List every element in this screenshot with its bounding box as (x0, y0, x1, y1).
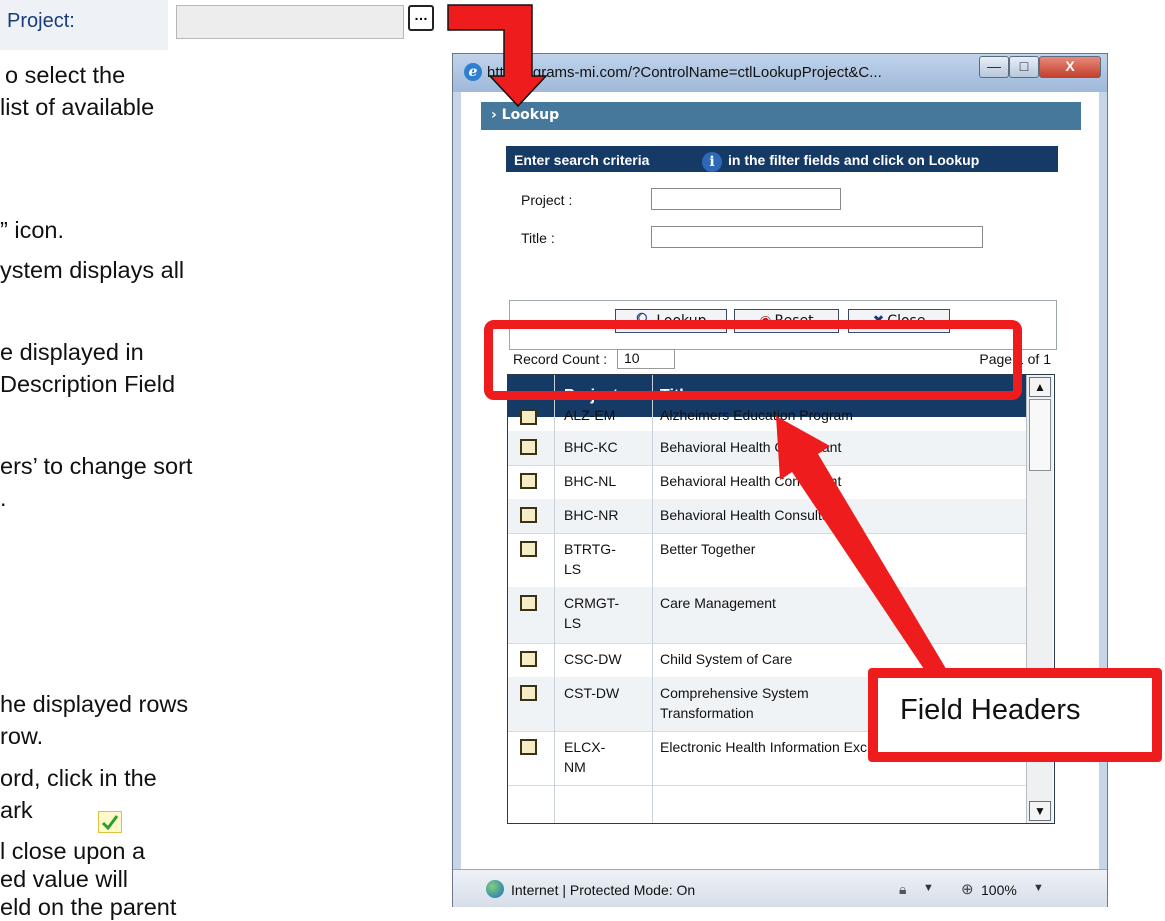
lookup-ellipsis-button[interactable]: … (408, 5, 434, 31)
table-row[interactable]: ALZ-EM Alzheimers Education Program (508, 405, 1026, 432)
project-field-input[interactable] (176, 5, 404, 39)
title-cell: Behavioral Health Consultant (660, 507, 842, 523)
select-checkbox[interactable] (520, 685, 537, 701)
slide-text-line: Description Field (0, 371, 176, 397)
select-checkbox[interactable] (520, 651, 537, 667)
project-code-cell: BHC-NR (564, 507, 619, 523)
table-row[interactable]: BHC-KC Behavioral Health Consultant (508, 431, 1026, 466)
select-checkbox[interactable] (520, 409, 537, 425)
slide-text-line: ers’ to change sort (0, 453, 193, 479)
slide-text-line: l close upon a (0, 838, 146, 864)
project-code-cell: BTRTG-LS (564, 541, 616, 577)
status-bar: Internet | Protected Mode: On 🔒︎ ▼ ⊕ 100… (453, 869, 1107, 907)
title-cell: Care Management (660, 595, 776, 611)
select-checkbox[interactable] (520, 739, 537, 755)
column-divider (554, 375, 555, 823)
info-icon: i (702, 152, 722, 172)
title-filter-label: Title : (521, 230, 555, 246)
slide-text-line: o select the (5, 62, 126, 88)
zoom-icon[interactable]: ⊕ (961, 880, 974, 898)
close-window-button[interactable]: X (1039, 56, 1101, 78)
column-divider (652, 375, 653, 823)
lookup-popup-window: e http://egrams-mi.com/?ControlName=ctlL… (452, 53, 1108, 907)
criteria-text-suffix: in the filter fields and click on Lookup (728, 152, 980, 168)
slide-text-line: list of available (0, 94, 155, 120)
title-cell: Better Together (660, 541, 756, 557)
title-cell: Comprehensive System Transformation (660, 685, 809, 721)
field-headers-callout: Field Headers (868, 668, 1162, 762)
project-label-box: Project: (0, 0, 168, 50)
select-checkbox[interactable] (520, 439, 537, 455)
table-row[interactable]: BTRTG-LS Better Together (508, 533, 1026, 588)
project-code-cell: CST-DW (564, 685, 620, 701)
minimize-button[interactable]: — (979, 56, 1009, 78)
checkmark-icon (98, 811, 122, 833)
globe-icon (486, 880, 504, 898)
criteria-text-prefix: Enter search criteria (514, 152, 650, 168)
select-checkbox[interactable] (520, 541, 537, 557)
project-code-cell: CRMGT-LS (564, 595, 620, 631)
slide-text-line: . (0, 485, 7, 511)
title-cell: Alzheimers Education Program (660, 407, 853, 423)
project-code-cell: BHC-KC (564, 439, 618, 455)
select-checkbox[interactable] (520, 507, 537, 523)
browser-icon: e (464, 63, 482, 81)
title-cell: Behavioral Health Consultant (660, 473, 842, 489)
protected-mode-icon[interactable]: 🔒︎ (899, 881, 906, 898)
slide-text-line: ord, click in the (0, 765, 157, 791)
project-code-cell: BHC-NL (564, 473, 617, 489)
slide-text-line: ” icon. (0, 217, 64, 243)
field-headers-highlight (484, 320, 1022, 400)
project-filter-input[interactable] (651, 188, 841, 210)
security-zone-text: Internet | Protected Mode: On (511, 882, 696, 898)
select-checkbox[interactable] (520, 473, 537, 489)
project-field-label: Project: (7, 10, 75, 32)
zoom-level[interactable]: 100% (981, 882, 1017, 898)
project-code-cell: CSC-DW (564, 651, 622, 667)
scrollbar-thumb[interactable] (1029, 399, 1051, 471)
slide-text-line: ed value will (0, 866, 129, 892)
window-url: http://egrams-mi.com/?ControlName=ctlLoo… (487, 64, 882, 81)
title-cell: Child System of Care (660, 651, 793, 667)
project-code-cell: ELCX-NM (564, 739, 606, 775)
table-row[interactable]: BHC-NL Behavioral Health Consultant (508, 465, 1026, 500)
lookup-header-bar: › Lookup (481, 102, 1081, 130)
project-filter-label: Project : (521, 192, 573, 208)
lookup-header-title: › Lookup (491, 107, 560, 123)
maximize-button[interactable]: □ (1009, 56, 1039, 78)
table-row[interactable]: BHC-NR Behavioral Health Consultant (508, 499, 1026, 534)
window-title-bar[interactable]: e http://egrams-mi.com/?ControlName=ctlL… (453, 54, 1107, 92)
chevron-down-icon[interactable]: ▼ (1033, 882, 1044, 894)
slide-text-line: ark (0, 797, 33, 823)
scroll-up-arrow-icon[interactable]: ▲ (1029, 377, 1051, 397)
slide-text-line: row. (0, 723, 44, 749)
callout-label: Field Headers (900, 694, 1081, 726)
chevron-down-icon[interactable]: ▼ (923, 882, 934, 894)
slide-text-line: e displayed in (0, 339, 144, 365)
slide-text-line: eld on the parent (0, 894, 177, 920)
scroll-down-arrow-icon[interactable]: ▼ (1029, 801, 1051, 821)
slide-text-line: he displayed rows (0, 691, 189, 717)
select-checkbox[interactable] (520, 595, 537, 611)
slide-text-line: ystem displays all (0, 257, 185, 283)
table-row[interactable]: CRMGT-LS Care Management (508, 587, 1026, 644)
title-filter-input[interactable] (651, 226, 983, 248)
project-code-cell: ALZ-EM (564, 407, 616, 423)
title-cell: Behavioral Health Consultant (660, 439, 842, 455)
search-criteria-bar: Enter search criteria i in the filter fi… (506, 146, 1058, 172)
